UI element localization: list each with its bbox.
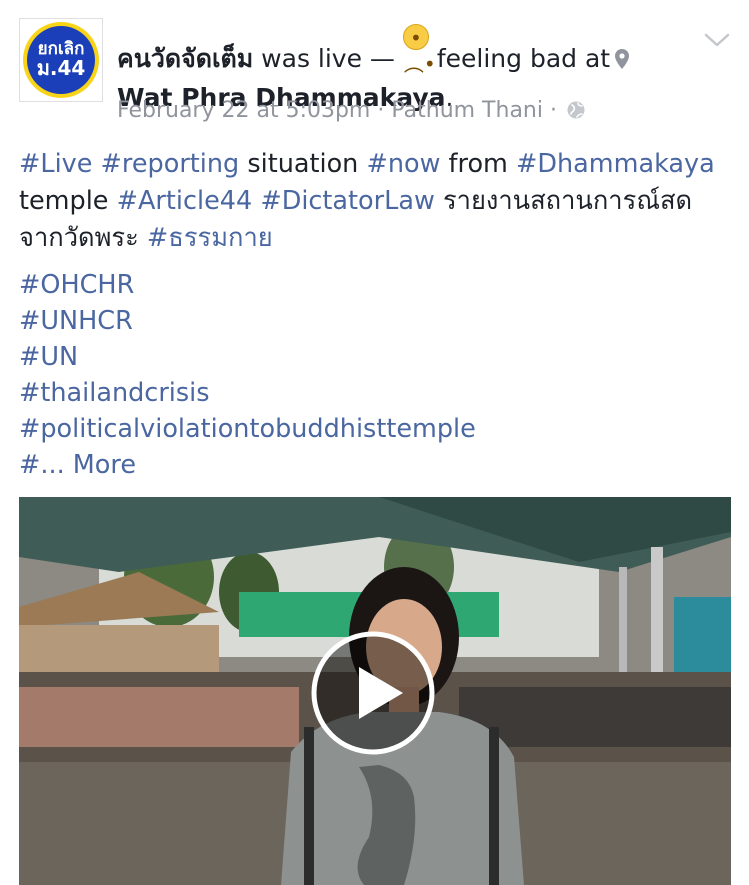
hashtag-link[interactable]: #Live <box>19 149 92 179</box>
globe-icon[interactable] <box>566 100 586 126</box>
hashtag-link[interactable]: #politicalviolationtobuddhisttemple <box>19 411 476 447</box>
hashtag-link[interactable]: #Dhammakaya <box>516 149 715 179</box>
chevron-down-icon <box>704 33 730 47</box>
disappointed-face-icon: •︵• <box>402 24 436 76</box>
meta-separator: · <box>370 98 392 123</box>
meta-separator: · <box>542 98 564 123</box>
post-options-button[interactable] <box>703 30 731 50</box>
see-more-link[interactable]: More <box>73 450 136 480</box>
avatar-logo: ยกเลิก ม.44 <box>27 26 95 94</box>
video-player[interactable] <box>19 497 731 885</box>
page-name-link[interactable]: คนวัดจัดเต็ม <box>117 44 253 73</box>
hashtag-list: #OHCHR #UNHCR #UN #thailandcrisis #polit… <box>19 267 476 483</box>
message-text: from <box>440 149 517 179</box>
post-meta: February 22 at 5:03pm · Pathum Thani · <box>117 98 586 126</box>
post-timestamp[interactable]: February 22 at 5:03pm <box>117 98 370 123</box>
hashtag-link[interactable]: #DictatorLaw <box>260 186 435 216</box>
action-text: was live — <box>253 44 403 73</box>
hashtag-link[interactable]: #now <box>366 149 440 179</box>
hashtag-link[interactable]: #thailandcrisis <box>19 375 476 411</box>
post-message: #Live #reporting situation #now from #Dh… <box>19 146 734 257</box>
message-text: situation <box>239 149 367 179</box>
live-video-post: ยกเลิก ม.44 คนวัดจัดเต็ม was live — •︵• … <box>0 0 749 885</box>
hashtag-link[interactable]: #UN <box>19 339 476 375</box>
play-button[interactable] <box>311 631 435 755</box>
truncated-hashtag: #... <box>19 450 73 480</box>
page-avatar[interactable]: ยกเลิก ม.44 <box>19 18 103 102</box>
post-location[interactable]: Pathum Thani <box>391 98 543 123</box>
hashtag-link[interactable]: #UNHCR <box>19 303 476 339</box>
message-text: temple <box>19 186 117 216</box>
hashtag-link[interactable]: #reporting <box>101 149 240 179</box>
hashtag-link[interactable]: #OHCHR <box>19 267 476 303</box>
map-pin-icon <box>614 44 630 80</box>
play-icon <box>311 631 435 755</box>
hashtag-link[interactable]: #ธรรมกาย <box>147 223 273 253</box>
avatar-text-line2: ม.44 <box>36 56 86 81</box>
see-more-row: #... More <box>19 447 476 483</box>
hashtag-link[interactable]: #Article44 <box>117 186 253 216</box>
avatar-badge: ยกเลิก ม.44 <box>23 22 99 98</box>
feeling-text: feeling bad at <box>428 44 611 73</box>
